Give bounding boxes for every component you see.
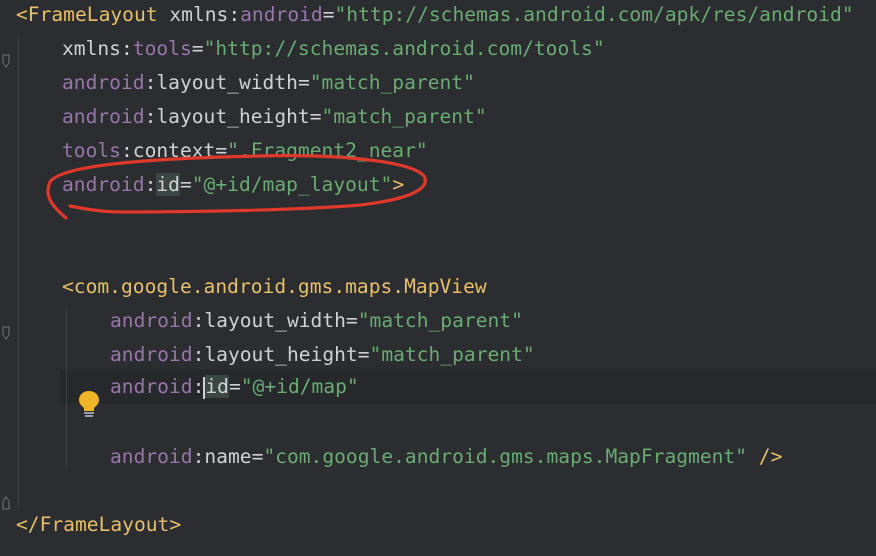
colon: : (192, 309, 205, 332)
attr-value: "match_parent" (357, 309, 523, 332)
lightbulb-icon[interactable] (30, 366, 100, 417)
code-line[interactable]: tools:context=".Fragment2_near" (62, 134, 428, 168)
attr-namespace: android (110, 343, 193, 366)
code-line[interactable]: android:id="@+id/map_layout"> (62, 168, 404, 202)
equals: = (179, 173, 192, 196)
xml-editor[interactable]: <FrameLayout xmlns:android="http://schem… (0, 0, 876, 556)
xml-tag: <com.google.android.gms.maps.MapView (62, 275, 487, 298)
tag-close-bracket: > (392, 173, 405, 196)
code-line[interactable]: android:layout_width="match_parent" (110, 304, 523, 338)
fold-marker-icon[interactable] (2, 450, 10, 510)
colon: : (144, 71, 157, 94)
colon: : (144, 173, 157, 196)
attr-value: "match_parent" (369, 343, 535, 366)
equals: = (322, 3, 335, 26)
colon: : (144, 105, 157, 128)
equals: = (309, 105, 322, 128)
code-line[interactable]: android:layout_width="match_parent" (62, 66, 475, 100)
code-line[interactable]: <com.google.android.gms.maps.MapView (62, 270, 487, 304)
attr-namespace: android (110, 309, 193, 332)
equals: = (345, 309, 358, 332)
fold-marker-icon[interactable] (2, 280, 10, 340)
attr-namespace: android (62, 105, 145, 128)
attr-value: "@+id/map" (240, 375, 359, 398)
attr-namespace: android (62, 173, 145, 196)
code-line[interactable]: android:name="com.google.android.gms.map… (110, 440, 782, 474)
colon: : (192, 445, 205, 468)
attr-value: "match_parent" (321, 105, 487, 128)
indent-guide (18, 34, 19, 510)
equals: = (357, 343, 370, 366)
equals: = (228, 375, 241, 398)
colon: : (120, 37, 133, 60)
code-line[interactable]: android:layout_height="match_parent" (110, 338, 535, 372)
attr-name: name (204, 445, 252, 468)
attr-name: tools (132, 37, 192, 60)
colon: : (192, 343, 205, 366)
attr-namespace: tools (62, 139, 121, 162)
attr-name: android (240, 3, 323, 26)
xml-tag: <FrameLayout (16, 3, 158, 26)
attr-name-highlighted: id (156, 173, 180, 196)
attr-name: layout_height (156, 105, 310, 128)
equals: = (297, 71, 310, 94)
equals: = (215, 139, 228, 162)
code-line[interactable]: android:layout_height="match_parent" (62, 100, 487, 134)
equals: = (191, 37, 204, 60)
xml-tag-close: </FrameLayout> (16, 513, 182, 536)
attr-name: layout_height (204, 343, 358, 366)
attr-value: ".Fragment2_near" (227, 139, 428, 162)
equals: = (251, 445, 264, 468)
code-line[interactable]: </FrameLayout> (16, 508, 181, 542)
code-line-current[interactable]: android:id="@+id/map" (110, 370, 359, 404)
attr-name: layout_width (156, 71, 298, 94)
colon: : (120, 139, 133, 162)
attr-value: "com.google.android.gms.maps.MapFragment… (263, 445, 748, 468)
attr-namespace: android (110, 375, 193, 398)
attr-name: context (132, 139, 216, 162)
code-line[interactable]: xmlns:tools="http://schemas.android.com/… (62, 32, 605, 66)
attr-value: "match_parent" (309, 71, 475, 94)
attr-name: layout_width (204, 309, 346, 332)
attr-namespace: xmlns (169, 3, 229, 26)
attr-value: "http://schemas.android.com/apk/res/andr… (334, 3, 854, 26)
attr-value: "http://schemas.android.com/tools" (203, 37, 605, 60)
attr-value: "@+id/map_layout" (191, 173, 393, 196)
tag-self-close: /> (747, 445, 783, 468)
indent-guide (66, 306, 67, 470)
attr-namespace: xmlns (62, 37, 121, 60)
fold-marker-icon[interactable] (2, 8, 10, 68)
attr-namespace: android (62, 71, 145, 94)
code-line[interactable]: <FrameLayout xmlns:android="http://schem… (16, 0, 854, 32)
fold-marker-icon[interactable] (2, 516, 10, 530)
attr-namespace: android (110, 445, 193, 468)
attr-name-highlighted: id (205, 375, 229, 398)
colon: : (228, 3, 241, 26)
